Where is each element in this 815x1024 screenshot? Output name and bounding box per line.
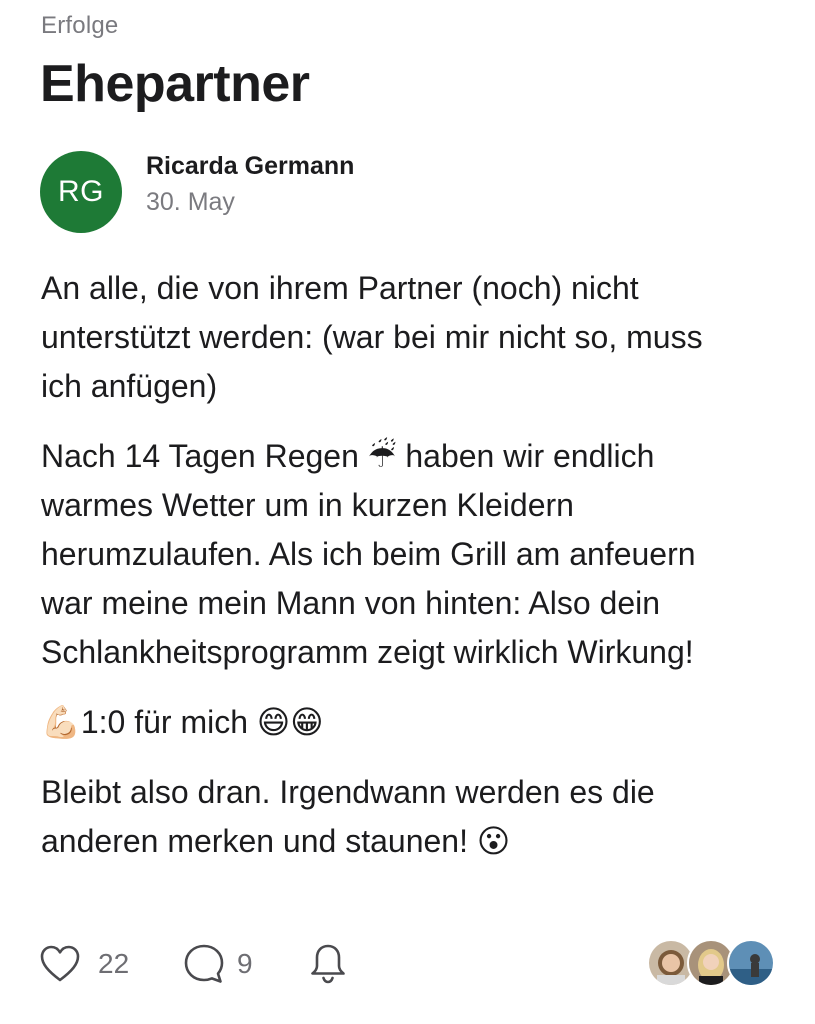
post-date: 30. May [146,188,235,216]
comment-icon [183,943,225,985]
comment-count: 9 [237,948,253,979]
paragraph-1: An alle, die von ihrem Partner (noch) ni… [41,270,703,404]
post-footer: 22 9 [40,936,775,992]
participant-avatar [727,939,775,987]
post-category[interactable]: Erfolge [41,12,118,40]
comment-button[interactable]: 9 [183,936,253,992]
post-body: An alle, die von ihrem Partner (noch) ni… [41,264,781,887]
author-avatar[interactable]: RG [40,151,122,233]
author-initials: RG [58,175,104,208]
paragraph-2: Nach 14 Tagen Regen ☔ haben wir endlich … [41,438,696,670]
paragraph-4: Bleibt also dran. Irgendwann werden es d… [41,774,655,859]
heart-icon [40,945,80,983]
post-title: Ehepartner [40,55,310,113]
bell-icon [308,943,348,985]
author-name[interactable]: Ricarda Germann [146,152,354,181]
notify-button[interactable] [308,936,348,992]
like-button[interactable]: 22 [40,936,129,992]
paragraph-3: 💪🏻1:0 für mich 😄😁 [41,704,324,740]
like-count: 22 [98,948,130,979]
participant-avatars[interactable] [647,939,775,987]
